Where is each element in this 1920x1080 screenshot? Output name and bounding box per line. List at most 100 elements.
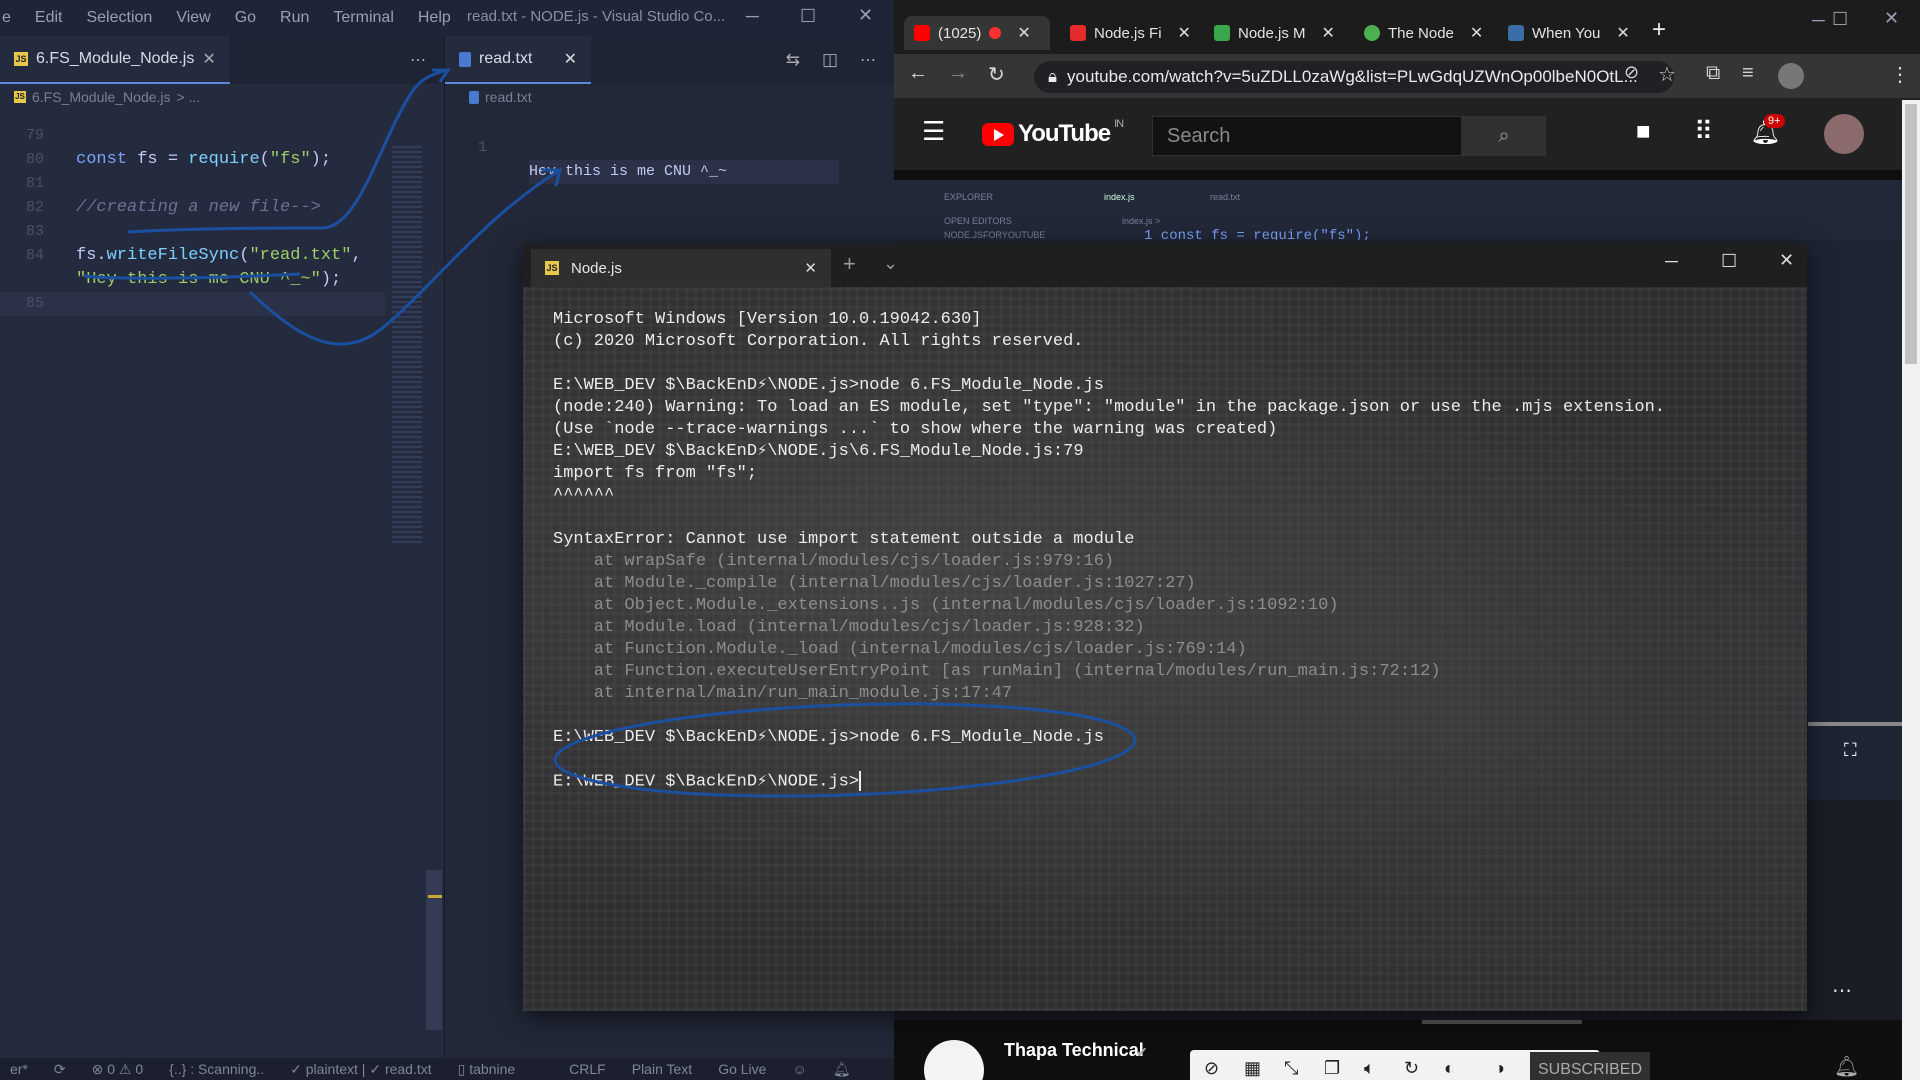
copy-icon[interactable]: ❐ xyxy=(1324,1058,1340,1079)
close-tab-icon[interactable]: ✕ xyxy=(1322,23,1335,43)
minimize-icon[interactable]: ─ xyxy=(1665,251,1678,272)
close-tab-icon[interactable]: ✕ xyxy=(564,49,577,69)
code-text: fs.writeFileSync("read.txt", xyxy=(76,246,362,265)
feedback-icon[interactable]: ☺ xyxy=(792,1061,806,1077)
minimize-icon[interactable]: ─ xyxy=(1812,10,1825,31)
more-actions-icon[interactable]: ⋯ xyxy=(410,50,426,70)
close-tab-icon[interactable]: ✕ xyxy=(804,259,817,277)
replay-icon[interactable]: ↻ xyxy=(1404,1058,1419,1079)
browser-tab-5[interactable]: When You ✕ xyxy=(1508,16,1630,50)
speed-down-icon[interactable]: ◐ xyxy=(1444,1058,1455,1079)
tab-label: (1025) xyxy=(938,24,982,42)
youtube-play-icon xyxy=(982,122,1014,146)
code-editor-right[interactable]: 1 Hey this is me CNU ^_~ xyxy=(445,110,895,184)
menu-go[interactable]: Go xyxy=(223,9,268,27)
menu-help[interactable]: Help xyxy=(406,9,463,27)
status-tabnine[interactable]: ▯ tabnine xyxy=(458,1061,516,1078)
status-branch[interactable]: er* xyxy=(10,1061,28,1077)
film-icon[interactable]: ▦ xyxy=(1244,1058,1261,1079)
browser-tab-3[interactable]: Node.js M ✕ xyxy=(1214,16,1335,50)
code-editor-left[interactable]: 79 80 const fs = require("fs"); 81 82//cr… xyxy=(0,116,444,416)
terminal-line: E:\WEB_DEV $\BackEnD⚡\NODE.js>node 6.FS_… xyxy=(553,376,1104,395)
browser-tab-4[interactable]: The Node ✕ xyxy=(1364,16,1483,50)
menu-view[interactable]: View xyxy=(164,9,222,27)
extensions-icon[interactable]: ⧉ xyxy=(1706,62,1720,85)
status-language[interactable]: Plain Text xyxy=(632,1061,692,1077)
status-golive[interactable]: Go Live xyxy=(718,1061,766,1077)
terminal-titlebar: JS Node.js ✕ + ⌄ ─ ☐ ✕ xyxy=(523,243,1807,287)
browser-tab-2[interactable]: Node.js Fi ✕ xyxy=(1070,16,1191,50)
breadcrumb-file[interactable]: read.txt xyxy=(485,89,532,105)
terminal-tab[interactable]: JS Node.js ✕ xyxy=(531,249,831,287)
scrollbar-thumb[interactable] xyxy=(1905,104,1917,364)
media-control-icon[interactable]: ≡ xyxy=(1742,62,1754,85)
more-options-icon[interactable]: ⋯ xyxy=(1832,978,1852,1003)
maximize-icon[interactable]: ☐ xyxy=(1832,9,1848,30)
chevron-down-icon[interactable]: ⌄ xyxy=(883,253,898,274)
volume-icon[interactable]: 🔈︎ xyxy=(1364,1058,1375,1079)
menu-selection[interactable]: Selection xyxy=(74,9,164,27)
menu-run[interactable]: Run xyxy=(268,9,321,27)
tab-read-txt[interactable]: read.txt ✕ xyxy=(445,36,591,84)
terminal-cursor xyxy=(859,771,862,791)
forward-icon[interactable]: → xyxy=(948,62,968,85)
lock-icon: 🔒︎ xyxy=(1048,67,1058,86)
collapse-icon[interactable]: ⤡ xyxy=(1284,1058,1298,1079)
terminal-line: at Module.load (internal/modules/cjs/loa… xyxy=(553,618,1145,637)
subscribe-button[interactable]: SUBSCRIBED xyxy=(1530,1052,1650,1080)
reload-icon[interactable]: ↻ xyxy=(988,62,1005,87)
hamburger-menu-icon[interactable]: ☰ xyxy=(922,116,945,147)
split-editor-icon[interactable]: ◫ xyxy=(822,50,838,70)
close-icon[interactable]: ✕ xyxy=(1779,250,1794,271)
scrollbar[interactable] xyxy=(426,870,442,1030)
new-tab-button[interactable]: + xyxy=(1652,16,1666,44)
channel-avatar[interactable] xyxy=(924,1040,984,1080)
fullscreen-icon[interactable]: ⛶ xyxy=(1844,740,1857,761)
back-icon[interactable]: ← xyxy=(908,62,928,85)
youtube-search-input[interactable]: Search xyxy=(1152,116,1462,156)
bell-icon[interactable]: 🔔︎ xyxy=(833,1061,851,1078)
menu-kebab-icon[interactable]: ⋮ xyxy=(1890,62,1910,87)
close-tab-icon[interactable]: ✕ xyxy=(1616,23,1629,43)
speed-up-icon[interactable]: ◑ xyxy=(1494,1058,1505,1079)
terminal-output[interactable]: Microsoft Windows [Version 10.0.19042.63… xyxy=(523,287,1807,1011)
avatar[interactable] xyxy=(1824,114,1864,154)
more-actions-icon[interactable]: ⋯ xyxy=(860,50,876,70)
tab-label: The Node xyxy=(1388,24,1454,42)
maximize-icon[interactable]: ☐ xyxy=(1721,251,1737,272)
browser-tab-youtube[interactable]: (1025) ✕ xyxy=(904,16,1050,50)
close-tab-icon[interactable]: ✕ xyxy=(1470,23,1483,43)
page-scrollbar[interactable] xyxy=(1902,100,1920,1080)
close-icon[interactable]: ✕ xyxy=(858,5,873,26)
close-tab-icon[interactable]: ✕ xyxy=(202,49,215,69)
minimize-icon[interactable]: ─ xyxy=(746,6,759,27)
status-eol[interactable]: CRLF xyxy=(569,1061,606,1077)
close-icon[interactable]: ✕ xyxy=(1884,8,1899,29)
youtube-logo[interactable]: YouTube IN xyxy=(982,118,1124,148)
sync-icon[interactable]: ⟳ xyxy=(54,1061,66,1078)
notification-bell-icon[interactable]: 🔔︎ xyxy=(1834,1054,1859,1079)
minimap[interactable] xyxy=(392,146,422,546)
channel-name[interactable]: Thapa Technical xyxy=(1004,1040,1144,1061)
status-plaintext[interactable]: ✓ plaintext | ✓ read.txt xyxy=(290,1061,432,1078)
eye-off-icon[interactable]: ⊘ xyxy=(1624,62,1639,83)
close-tab-icon[interactable]: ✕ xyxy=(1178,23,1191,43)
search-icon[interactable]: ⌕ xyxy=(1462,116,1546,156)
profile-avatar[interactable] xyxy=(1778,63,1804,89)
video-tab-index: index.js xyxy=(1104,192,1135,202)
menu-file[interactable]: e xyxy=(0,9,23,27)
menu-edit[interactable]: Edit xyxy=(23,9,75,27)
maximize-icon[interactable]: ☐ xyxy=(800,6,816,27)
bookmark-star-icon[interactable]: ☆ xyxy=(1658,62,1676,87)
status-problems[interactable]: ⊗ 0 ⚠ 0 xyxy=(92,1061,144,1078)
tab-fs-module[interactable]: JS 6.FS_Module_Node.js ✕ xyxy=(0,36,230,84)
new-tab-icon[interactable]: + xyxy=(843,251,856,277)
close-tab-icon[interactable]: ✕ xyxy=(1017,23,1030,43)
create-video-icon[interactable]: ■ xyxy=(1636,118,1651,146)
open-changes-icon[interactable]: ⇆ xyxy=(786,50,800,70)
menu-terminal[interactable]: Terminal xyxy=(321,9,405,27)
block-icon[interactable]: ⊘ xyxy=(1204,1058,1219,1079)
address-bar[interactable]: 🔒︎ youtube.com/watch?v=5uZDLL0zaWg&list=… xyxy=(1034,61,1674,93)
breadcrumb-file[interactable]: 6.FS_Module_Node.js xyxy=(32,89,171,105)
apps-grid-icon[interactable]: ⠿ xyxy=(1694,116,1713,147)
